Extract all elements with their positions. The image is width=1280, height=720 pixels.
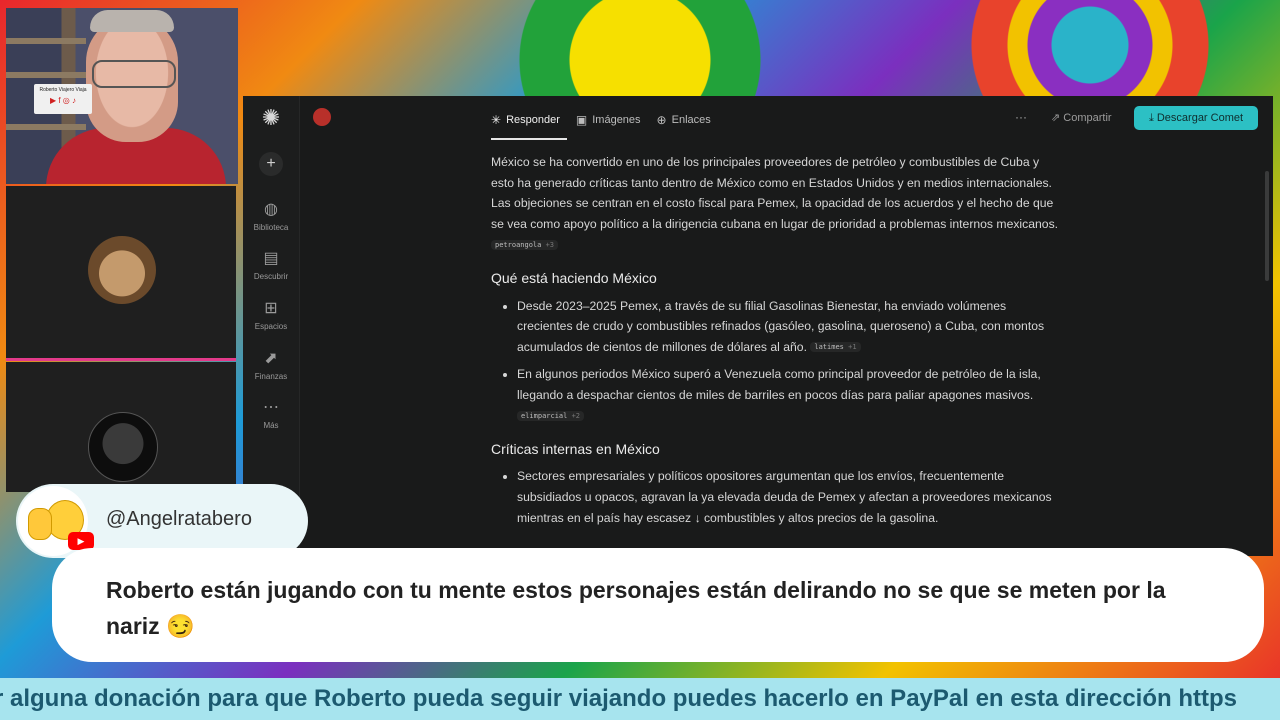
sidebar-item-label: Descubrir: [253, 272, 289, 281]
ticker-text: r alguna donación para que Roberto pueda…: [0, 685, 1237, 712]
citation-source: elimparcial: [521, 412, 568, 420]
citation-chip[interactable]: elimparcial +2: [517, 411, 585, 421]
guest-avatar-pug: [88, 236, 156, 304]
answer-icon: ✳: [491, 113, 502, 127]
sidebar-item-espacios[interactable]: ⊞ Espacios: [243, 299, 299, 331]
guest-tile-1: [6, 186, 236, 361]
link-icon: ⊕: [656, 113, 667, 127]
citation-count: +2: [571, 412, 581, 420]
sidebar-item-mas[interactable]: ⋯ Más: [243, 398, 299, 430]
thumbs-up-icon: [28, 508, 52, 540]
list-item: En algunos periodos México superó a Vene…: [517, 364, 1061, 427]
sidebar-item-biblioteca[interactable]: ◍ Biblioteca: [243, 200, 299, 232]
citation-count: +1: [848, 343, 857, 352]
list-item: Sectores empresariales y políticos oposi…: [517, 466, 1061, 528]
citation-chip[interactable]: petroangola +3: [491, 240, 559, 251]
streamer-hair: [90, 10, 174, 32]
finance-icon: ⬈: [264, 350, 278, 367]
thread-avatar[interactable]: [313, 108, 331, 126]
citation-chip[interactable]: latimes +1: [810, 342, 861, 353]
social-icons: ▶ f ◎ ♪: [49, 96, 77, 105]
citation-count: +3: [545, 241, 555, 250]
perplexity-logo-icon[interactable]: ✺: [259, 106, 283, 130]
sidebar-item-label: Más: [263, 421, 279, 430]
list-item-text: Desde 2023–2025 Pemex, a través de su fi…: [517, 298, 1045, 355]
sidebar-item-finanzas[interactable]: ⬈ Finanzas: [243, 349, 299, 381]
more-icon: ⋯: [263, 399, 279, 416]
sidebar-item-label: Finanzas: [254, 372, 288, 381]
new-thread-button[interactable]: +: [259, 152, 283, 176]
share-button[interactable]: ⇗ Compartir: [1051, 111, 1112, 124]
section-heading: Críticas internas en México: [491, 440, 660, 457]
tab-imagenes[interactable]: ▣ Imágenes: [576, 110, 641, 130]
guest-tile-2: [6, 362, 236, 492]
active-tab-indicator: [491, 138, 567, 140]
webcam-feed: Roberto Viajero Viaja ▶ f ◎ ♪: [6, 8, 238, 184]
intro-paragraph: México se ha convertido en uno de los pr…: [491, 152, 1061, 256]
list-item: Desde 2023–2025 Pemex, a través de su fi…: [517, 296, 1061, 359]
citation-source: petroangola: [495, 241, 542, 250]
sidebar-item-label: Espacios: [254, 322, 288, 331]
shelf: [6, 124, 86, 130]
guest-avatar-dark: [88, 412, 158, 482]
channel-sign-text: Roberto Viajero Viaja: [39, 87, 87, 93]
globe-icon: ◍: [264, 201, 278, 218]
streamer-glasses: [92, 60, 176, 88]
sidebar-item-descubrir[interactable]: ▤ Descubrir: [243, 249, 299, 281]
section-heading: Qué está haciendo México: [491, 269, 657, 286]
sidebar-item-label: Biblioteca: [253, 223, 289, 232]
spaces-icon: ⊞: [264, 300, 278, 317]
image-icon: ▣: [575, 113, 588, 127]
chat-author-pill: ▶ @Angelratabero: [16, 484, 308, 558]
tab-label: Responder: [506, 114, 560, 126]
discover-icon: ▤: [263, 250, 279, 267]
browser-window: ✺ + ◍ Biblioteca ▤ Descubrir ⊞ Espacios …: [243, 96, 1273, 556]
channel-sign: Roberto Viajero Viaja ▶ f ◎ ♪: [34, 84, 92, 114]
scrollbar[interactable]: [1265, 171, 1269, 281]
more-options-button[interactable]: ···: [1015, 110, 1027, 124]
chat-username: @Angelratabero: [106, 508, 252, 530]
list-item-text: En algunos periodos México superó a Vene…: [517, 367, 1041, 402]
bullet-list: Sectores empresariales y políticos oposi…: [491, 466, 1061, 528]
answer-content: México se ha convertido en uno de los pr…: [491, 152, 1061, 535]
tab-responder[interactable]: ✳ Responder: [491, 110, 560, 130]
tab-label: Enlaces: [671, 114, 711, 126]
download-comet-button[interactable]: ⤓ Descargar Comet: [1134, 106, 1258, 130]
shelf: [6, 72, 86, 78]
list-item-text: Sectores empresariales y políticos oposi…: [517, 469, 1052, 525]
tab-enlaces[interactable]: ⊕ Enlaces: [657, 110, 711, 130]
author-avatar: ▶: [18, 486, 94, 556]
chat-message-box: Roberto están jugando con tu mente estos…: [52, 548, 1264, 662]
bullet-list: Desde 2023–2025 Pemex, a través de su fi…: [491, 296, 1061, 427]
tab-label: Imágenes: [592, 114, 641, 126]
intro-text: México se ha convertido en uno de los pr…: [491, 155, 1059, 232]
donation-ticker: r alguna donación para que Roberto pueda…: [0, 678, 1280, 720]
shelf: [6, 38, 86, 44]
chat-message: Roberto están jugando con tu mente estos…: [106, 577, 1166, 639]
answer-tabs: ✳ Responder ▣ Imágenes ⊕ Enlaces: [491, 110, 711, 130]
citation-source: latimes: [814, 343, 844, 352]
